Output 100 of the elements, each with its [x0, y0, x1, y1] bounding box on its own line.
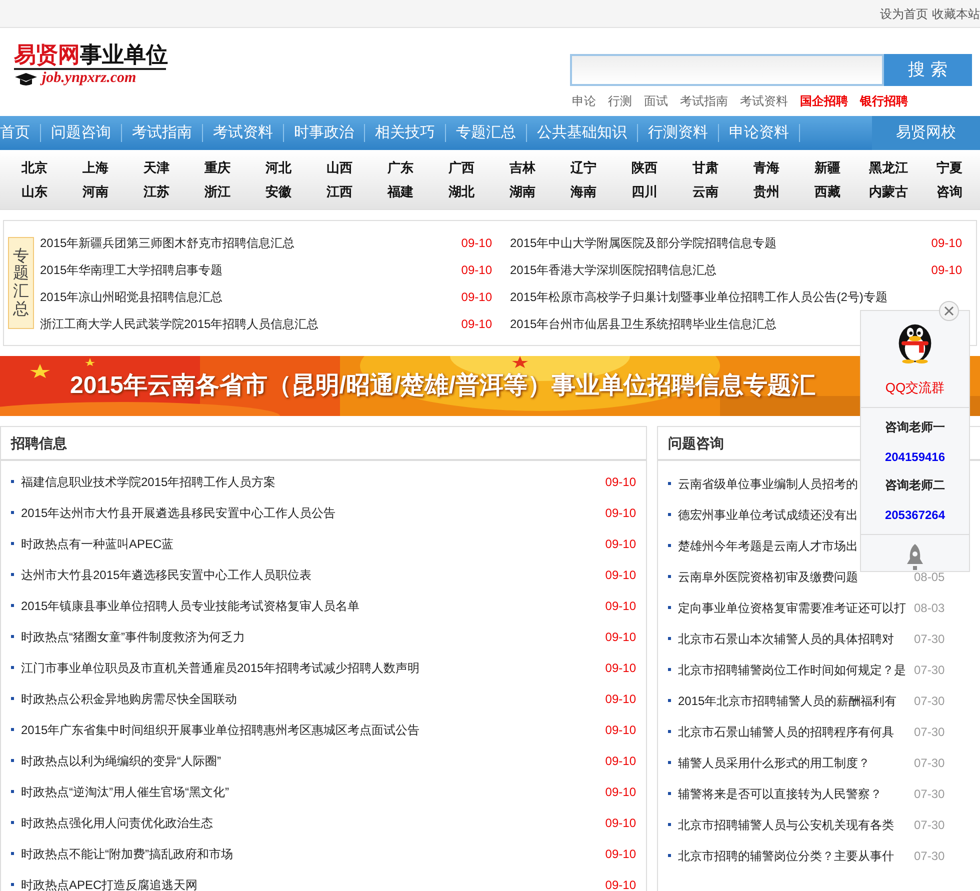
question-link[interactable]: 2015年北京市招聘辅警人员的薪酬福利有	[678, 694, 897, 708]
question-link[interactable]: 北京市招聘辅警岗位工作时间如何规定？是	[678, 662, 906, 676]
hot-link[interactable]: 申论	[572, 92, 596, 110]
province-link[interactable]: 西藏	[797, 182, 858, 202]
topic-link[interactable]: 2015年华南理工大学招聘启事专题	[40, 260, 223, 278]
question-link[interactable]: 北京市招聘的辅警岗位分类？主要从事什	[678, 848, 894, 862]
province-link[interactable]: 山东	[4, 182, 65, 202]
bullet-icon	[11, 697, 14, 700]
province-link[interactable]: 浙江	[187, 182, 248, 202]
province-link[interactable]: 海南	[553, 182, 614, 202]
job-link[interactable]: 时政热点“猪圈女童”事件制度救济为何乏力	[21, 628, 245, 646]
job-link[interactable]: 时政热点强化用人问责优化政治生态	[21, 814, 213, 832]
province-link[interactable]: 上海	[65, 158, 126, 178]
question-link[interactable]: 辅警将来是否可以直接转为人民警察？	[678, 786, 882, 800]
banner-title: 2015年云南各省市（昆明/昭通/楚雄/普洱等）事业单位招聘信息专题汇	[70, 370, 816, 401]
question-link[interactable]: 北京市石景山本次辅警人员的具体招聘对	[678, 632, 894, 646]
job-date: 09-10	[605, 504, 636, 522]
top-link[interactable]: 收藏本站	[932, 4, 980, 22]
job-link[interactable]: 福建信息职业技术学院2015年招聘工作人员方案	[21, 472, 276, 490]
topic-link[interactable]: 2015年松原市高校学子归巢计划暨事业单位招聘工作人员公告(2号)专题	[510, 288, 888, 306]
question-link[interactable]: 北京市石景山辅警人员的招聘程序有何具	[678, 724, 894, 738]
question-link[interactable]: 德宏州事业单位考试成绩还没有出	[678, 508, 858, 522]
province-link[interactable]: 天津	[126, 158, 187, 178]
topic-link[interactable]: 浙江工商大学人民武装学院2015年招聘人员信息汇总	[40, 314, 319, 332]
topic-link[interactable]: 2015年凉山州昭觉县招聘信息汇总	[40, 288, 223, 306]
question-link[interactable]: 云南阜外医院资格初审及缴费问题	[678, 570, 858, 584]
province-link[interactable]: 江苏	[126, 182, 187, 202]
province-link[interactable]: 福建	[370, 182, 431, 202]
question-link[interactable]: 定向事业单位资格复审需要准考证还可以打	[678, 600, 906, 614]
province-link[interactable]: 咨询	[919, 182, 980, 202]
hot-link[interactable]: 考试指南	[680, 92, 728, 110]
question-date: 07-30	[914, 724, 945, 740]
province-link[interactable]: 陕西	[614, 158, 675, 178]
topic-date: 09-10	[930, 234, 963, 252]
job-link[interactable]: 江门市事业单位职员及市直机关普通雇员2015年招聘考试减少招聘人数声明	[21, 658, 420, 676]
back-to-top-button[interactable]	[905, 543, 925, 571]
province-link[interactable]: 江西	[309, 182, 370, 202]
province-link[interactable]: 河北	[248, 158, 309, 178]
province-link[interactable]: 山西	[309, 158, 370, 178]
province-link[interactable]: 湖北	[431, 182, 492, 202]
panel-title: 招聘信息	[11, 434, 67, 452]
province-link[interactable]: 宁夏	[919, 158, 980, 178]
hot-link[interactable]: 银行招聘	[860, 92, 908, 110]
job-link[interactable]: 时政热点“逆淘汰”用人催生官场“黑文化”	[21, 782, 229, 800]
question-link[interactable]: 云南省级单位事业编制人员招考的	[678, 476, 858, 490]
province-link[interactable]: 北京	[4, 158, 65, 178]
province-link[interactable]: 吉林	[492, 158, 553, 178]
topic-link[interactable]: 2015年新疆兵团第三师图木舒克市招聘信息汇总	[40, 234, 295, 252]
close-button[interactable]	[939, 301, 959, 321]
province-link[interactable]: 黑龙江	[858, 158, 919, 178]
bullet-icon	[668, 792, 671, 795]
job-link[interactable]: 时政热点以利为绳编织的变异“人际圈”	[21, 752, 221, 770]
bullet-icon	[11, 635, 14, 638]
province-link[interactable]: 四川	[614, 182, 675, 202]
province-link[interactable]: 河南	[65, 182, 126, 202]
province-link[interactable]: 湖南	[492, 182, 553, 202]
topic-link[interactable]: 2015年香港大学深圳医院招聘信息汇总	[510, 260, 717, 278]
province-link[interactable]: 甘肃	[675, 158, 736, 178]
topic-link[interactable]: 2015年台州市仙居县卫生系统招聘毕业生信息汇总	[510, 314, 777, 332]
question-link[interactable]: 北京市招聘辅警人员与公安机关现有各类	[678, 818, 894, 832]
hot-link[interactable]: 考试资料	[740, 92, 788, 110]
province-link[interactable]: 广西	[431, 158, 492, 178]
province-link[interactable]: 贵州	[736, 182, 797, 202]
province-link[interactable]: 云南	[675, 182, 736, 202]
topic-date: 09-10	[460, 316, 493, 332]
bullet-icon	[11, 852, 14, 855]
qq-number[interactable]: 204159416	[884, 448, 946, 466]
question-date: 07-30	[914, 754, 945, 772]
province-link[interactable]: 内蒙古	[858, 182, 919, 202]
search-field[interactable]	[570, 54, 884, 86]
job-date: 09-10	[605, 628, 636, 646]
bullet-icon	[668, 544, 671, 547]
top-link[interactable]: 设为首页	[880, 4, 928, 22]
bullet-icon	[11, 604, 14, 607]
site-logo[interactable]: 易贤网事业单位 job.ynpxrz.com	[14, 42, 166, 116]
hot-link[interactable]: 行测	[608, 92, 632, 110]
job-link[interactable]: 时政热点有一种蓝叫APEC蓝	[21, 534, 174, 552]
question-link[interactable]: 辅警人员采用什么形式的用工制度？	[678, 756, 870, 770]
job-link[interactable]: 2015年广东省集中时间组织开展事业单位招聘惠州考区惠城区考点面试公告	[21, 720, 420, 738]
hot-link[interactable]: 国企招聘	[800, 92, 848, 110]
province-link[interactable]: 广东	[370, 158, 431, 178]
province-link[interactable]: 青海	[736, 158, 797, 178]
province-link[interactable]: 辽宁	[553, 158, 614, 178]
topic-date: 09-10	[460, 234, 493, 252]
bullet-icon	[11, 821, 14, 824]
job-link[interactable]: 时政热点不能让“附加费”搞乱政府和市场	[21, 844, 233, 862]
job-link[interactable]: 时政热点公积金异地购房需尽快全国联动	[21, 690, 237, 708]
province-link[interactable]: 安徽	[248, 182, 309, 202]
hot-link[interactable]: 面试	[644, 92, 668, 110]
qq-number[interactable]: 205367264	[884, 506, 946, 524]
job-link[interactable]: 达州市大竹县2015年遴选移民安置中心工作人员职位表	[21, 566, 312, 584]
job-link[interactable]: 2015年镇康县事业单位招聘人员专业技能考试资格复审人员名单	[21, 596, 360, 614]
job-link[interactable]: 时政热点APEC打造反腐追逃天网	[21, 876, 198, 891]
province-link[interactable]: 新疆	[797, 158, 858, 178]
topic-link[interactable]: 2015年中山大学附属医院及部分学院招聘信息专题	[510, 234, 777, 252]
bullet-icon	[11, 511, 14, 514]
province-link[interactable]: 重庆	[187, 158, 248, 178]
question-link[interactable]: 楚雄州今年考题是云南人才市场出	[678, 538, 858, 552]
contact-label: 咨询老师一	[884, 419, 945, 436]
job-link[interactable]: 2015年达州市大竹县开展遴选县移民安置中心工作人员公告	[21, 504, 336, 522]
